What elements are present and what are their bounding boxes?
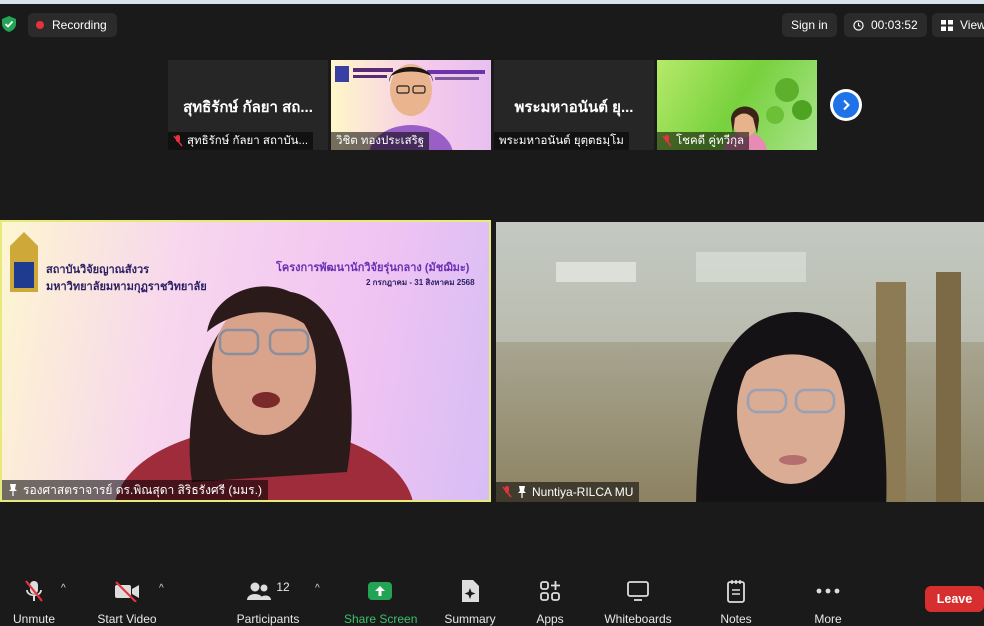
share-screen-button[interactable]: Share Screen	[344, 578, 418, 626]
participant-name: วิชิต ทองประเสริฐ	[336, 135, 425, 147]
notes-button[interactable]: Notes	[714, 578, 758, 626]
microphone-muted-icon	[25, 580, 43, 602]
summary-label: Summary	[444, 612, 496, 626]
view-menu-button[interactable]: View	[932, 13, 984, 37]
apps-button[interactable]: Apps	[530, 578, 570, 626]
timer-value: 00:03:52	[871, 18, 918, 32]
grid-view-icon	[941, 19, 953, 31]
participant-name: Nuntiya-RILCA MU	[532, 485, 634, 499]
meeting-timer: 00:03:52	[844, 13, 927, 37]
participant-name-label: พระมหาอนันต์ ยุตฺตธมฺโม	[494, 132, 629, 150]
spotlight-pin-icon	[9, 484, 17, 496]
participants-options-chevron-icon[interactable]: ^	[315, 583, 320, 594]
muted-mic-icon	[502, 486, 512, 498]
view-label: View	[960, 18, 984, 32]
participant-tile[interactable]: วิชิต ทองประเสริฐ	[331, 60, 491, 150]
video-camera-off-icon	[115, 581, 139, 602]
participants-count: 12	[276, 580, 290, 594]
whiteboards-label: Whiteboards	[604, 612, 672, 626]
next-page-button[interactable]	[830, 89, 862, 121]
ai-summary-icon	[462, 580, 479, 602]
slide-org-line1: สถาบันวิจัยญาณสังวร	[46, 264, 150, 276]
participants-label: Participants	[236, 612, 300, 626]
unmute-label: Unmute	[12, 612, 56, 626]
muted-mic-icon	[173, 135, 183, 147]
participant-name-label: โชคดี คู่ทวีกุล	[657, 132, 750, 150]
speaker-name-label: รองศาสตราจารย์ ดร.พิณสุดา สิริธรังศรี (ม…	[2, 480, 268, 500]
recording-indicator[interactable]: Recording	[28, 13, 117, 37]
notes-label: Notes	[720, 612, 752, 626]
leave-label: Leave	[936, 592, 973, 606]
participant-name-label: สุทธิรักษ์ กัลยา สถาบัน...	[168, 132, 314, 150]
participant-video-feed	[496, 222, 984, 502]
participants-icon	[247, 582, 272, 600]
slide-date: 2 กรกฎาคม - 31 สิงหาคม 2568	[366, 278, 475, 287]
security-shield-icon[interactable]	[2, 16, 16, 32]
whiteboard-icon	[627, 581, 649, 601]
spotlight-pin-icon	[518, 486, 526, 498]
summary-button[interactable]: Summary	[440, 578, 500, 626]
notes-icon	[727, 580, 745, 603]
whiteboards-button[interactable]: Whiteboards	[600, 578, 676, 626]
more-label: More	[814, 612, 842, 626]
apps-label: Apps	[536, 612, 564, 626]
participant-tile[interactable]: สุทธิรักษ์ กัลยา สถ... สุทธิรักษ์ กัลยา …	[168, 60, 328, 150]
more-dots-icon	[816, 588, 840, 594]
share-screen-label: Share Screen	[344, 612, 418, 626]
meeting-controls-toolbar: Unmute ^ Start Video ^ 12 Participants ^…	[0, 570, 984, 626]
leave-meeting-button[interactable]: Leave	[925, 586, 984, 612]
apps-icon	[540, 581, 560, 601]
participant-name: โชคดี คู่ทวีกุล	[676, 135, 745, 147]
slide-title: โครงการพัฒนานักวิจัยรุ่นกลาง (มัชฌิมะ)	[276, 262, 470, 274]
participant-name: พระมหาอนันต์ ยุตฺตธมฺโม	[499, 135, 624, 147]
participant-name: สุทธิรักษ์ กัลยา สถาบัน...	[187, 135, 309, 147]
meeting-top-bar: Recording Sign in 00:03:52 View	[0, 4, 984, 44]
next-page-circle	[833, 92, 859, 118]
sign-in-button[interactable]: Sign in	[782, 13, 837, 37]
participant-name-label: วิชิต ทองประเสริฐ	[331, 132, 430, 150]
share-screen-icon	[368, 582, 392, 600]
participants-button[interactable]: 12 Participants	[236, 578, 300, 626]
participant-name-label: Nuntiya-RILCA MU	[496, 482, 640, 502]
recording-dot-icon	[36, 21, 44, 29]
audio-options-chevron-icon[interactable]: ^	[61, 583, 66, 594]
start-video-button[interactable]: Start Video	[96, 578, 158, 626]
participant-tile[interactable]: พระมหาอนันต์ ยุ... พระมหาอนันต์ ยุตฺตธมฺ…	[494, 60, 654, 150]
participant-main-video[interactable]: Nuntiya-RILCA MU	[496, 222, 984, 502]
muted-mic-icon	[662, 135, 672, 147]
participant-display-name: พระมหาอนันต์ ยุ...	[514, 99, 634, 116]
sign-in-label: Sign in	[791, 18, 828, 32]
participant-tile[interactable]: โชคดี คู่ทวีกุล	[657, 60, 817, 150]
chevron-right-icon	[843, 99, 850, 111]
video-options-chevron-icon[interactable]: ^	[159, 583, 164, 594]
clock-icon	[853, 19, 864, 31]
participant-display-name: สุทธิรักษ์ กัลยา สถ...	[183, 99, 313, 116]
speaker-name: รองศาสตราจารย์ ดร.พิณสุดา สิริธรังศรี (ม…	[23, 482, 262, 497]
slide-org-line2: มหาวิทยาลัยมหามกุฏราชวิทยาลัย	[46, 281, 207, 293]
active-speaker-video[interactable]: สถาบันวิจัยญาณสังวร มหาวิทยาลัยมหามกุฏรา…	[0, 220, 491, 502]
recording-label: Recording	[52, 18, 107, 32]
start-video-label: Start Video	[97, 612, 157, 626]
more-button[interactable]: More	[808, 578, 848, 626]
unmute-button[interactable]: Unmute	[8, 578, 60, 626]
